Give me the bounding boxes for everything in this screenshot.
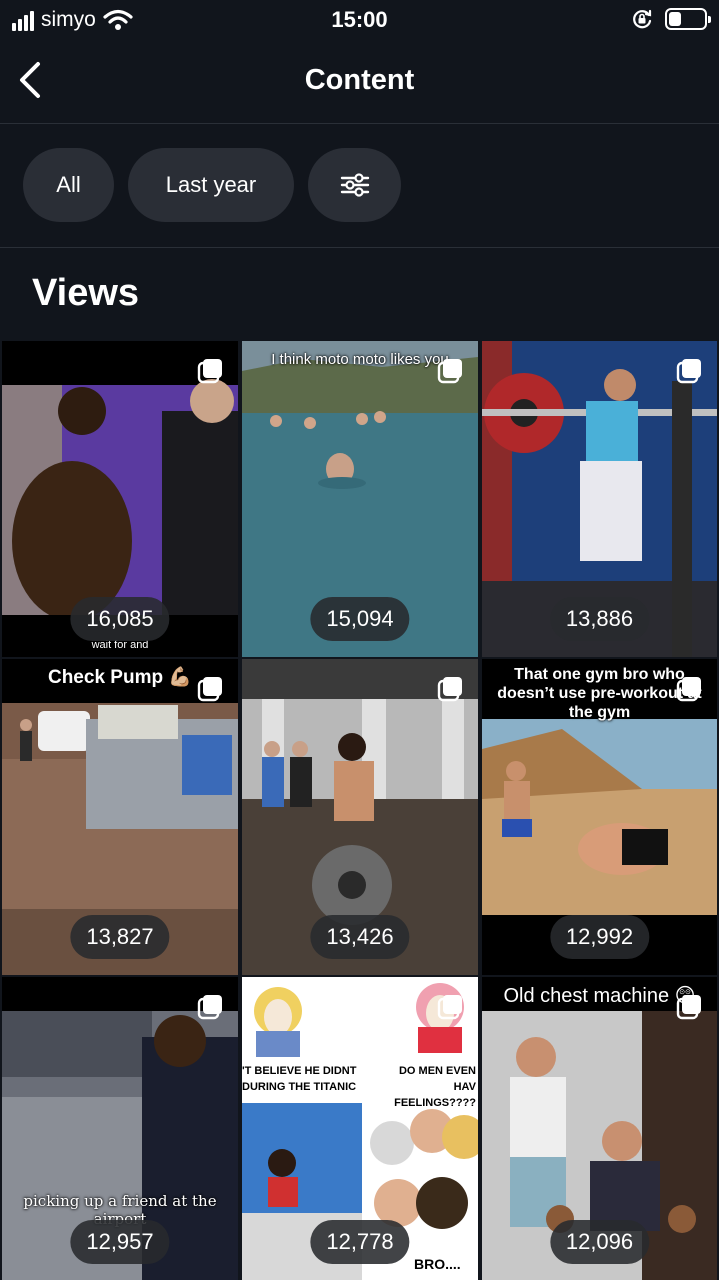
post-tile[interactable]: Old chest machine 😲 12,096 (482, 977, 717, 1280)
post-tile[interactable]: 'T BELIEVE HE DIDNT DURING THE TITANIC D… (242, 977, 478, 1280)
post-tile[interactable]: 13,426 (242, 659, 478, 975)
multi-image-icon (197, 677, 222, 702)
page-title: Content (304, 64, 415, 96)
status-time: 15:00 (331, 7, 388, 32)
filter-all-label: All (56, 172, 81, 197)
filter-bar: All Last year (0, 124, 719, 248)
view-count: 12,957 (70, 1220, 170, 1264)
status-right (631, 8, 711, 30)
nav-header: Content (0, 40, 719, 124)
meme-text-left: 'T BELIEVE HE DIDNT DURING THE TITANIC (242, 1065, 357, 1093)
post-tile[interactable]: I think moto moto likes you 15,094 (242, 341, 478, 657)
view-count: 13,827 (70, 915, 170, 959)
multi-image-icon (197, 995, 222, 1020)
post-tile[interactable]: 13,886 (482, 341, 717, 657)
view-count: 12,778 (310, 1220, 410, 1264)
filter-period-label: Last year (165, 172, 257, 197)
view-count: 16,085 (70, 597, 170, 641)
filter-all-chip[interactable]: All (23, 148, 114, 222)
multi-image-icon (437, 995, 462, 1020)
view-count: 13,886 (549, 597, 650, 641)
view-count: 12,096 (549, 1220, 650, 1264)
view-count: 15,094 (310, 597, 410, 641)
multi-image-icon (197, 359, 222, 384)
section-title: Views (32, 272, 140, 314)
multi-image-icon (676, 677, 701, 702)
sliders-icon (340, 173, 369, 197)
post-tile[interactable]: wait for and 16,085 (2, 341, 238, 657)
multi-image-icon (437, 677, 462, 702)
multi-image-icon (676, 995, 701, 1020)
view-count: 13,426 (310, 915, 410, 959)
meme-text-bottom: BRO.... (414, 1256, 461, 1272)
multi-image-icon (676, 359, 701, 384)
multi-image-icon (437, 359, 462, 384)
view-count: 12,992 (549, 915, 650, 959)
rotation-lock-icon (633, 9, 652, 29)
battery-icon (665, 8, 711, 30)
content-grid: wait for and 16,085 I think moto moto li… (0, 341, 719, 1280)
filter-period-chip[interactable]: Last year (128, 148, 294, 222)
post-tile[interactable]: That one gym bro who doesn’t use pre-wor… (482, 659, 717, 975)
post-tile[interactable]: picking up a friend at the airport 12,95… (2, 977, 238, 1280)
meme-text-right: DO MEN EVEN HAV FEELINGS???? (394, 1065, 476, 1109)
post-tile[interactable]: Check Pump 💪🏼 13,827 (2, 659, 238, 975)
status-bar: simyo 15:00 (0, 0, 719, 40)
filter-settings-button[interactable] (308, 148, 401, 222)
